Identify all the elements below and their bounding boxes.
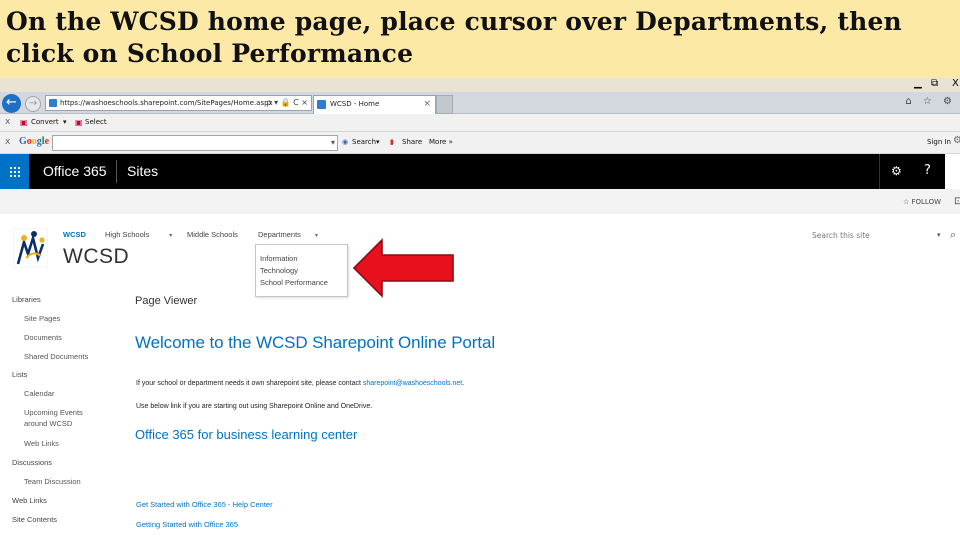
help-center-link[interactable]: Get Started with Office 365 - Help Cente…	[136, 500, 273, 509]
menu-item-information[interactable]: Information	[260, 253, 347, 265]
user-avatar[interactable]	[945, 154, 960, 189]
gear-icon[interactable]: ⚙	[891, 164, 902, 178]
help-button[interactable]: ?	[924, 163, 931, 178]
welcome-heading: Welcome to the WCSD Sharepoint Online Po…	[135, 333, 496, 352]
close-toolbar-icon[interactable]: x	[5, 137, 10, 147]
url-text: https://washoeschools.sharepoint.com/Sit…	[60, 99, 273, 107]
google-logo: Google	[19, 136, 50, 147]
ql-site-contents[interactable]: Site Contents	[12, 515, 57, 525]
nav-departments[interactable]: Departments ▾	[258, 230, 318, 239]
convert-toolbar: x ▣ Convert ▾ ▣ Select	[0, 114, 960, 132]
search-button[interactable]: Search	[352, 138, 376, 146]
site-search-placeholder[interactable]: Search this site	[812, 231, 870, 240]
screenshot-root: On the WCSD home page, place cursor over…	[0, 0, 960, 540]
contact-email-link[interactable]: sharepoint@washoeschools.net	[363, 380, 462, 387]
page-viewer-heading: Page Viewer	[135, 295, 198, 307]
focus-mode-icon[interactable]: ⊡	[954, 196, 960, 207]
chevron-down-icon[interactable]: ▾	[937, 231, 941, 239]
ql-lists[interactable]: Lists	[12, 370, 27, 380]
share-button[interactable]: Share	[402, 138, 422, 146]
window-controls: ▁ ⧉ X	[0, 78, 960, 92]
select-icon: ▣	[75, 118, 83, 127]
ql-discussions[interactable]: Discussions	[12, 458, 52, 468]
chevron-down-icon[interactable]: ▾	[331, 138, 335, 147]
getting-started-link[interactable]: Getting Started with Office 365	[136, 520, 238, 529]
nav-middle-schools[interactable]: Middle Schools	[187, 230, 238, 239]
chevron-down-icon: ▾	[169, 233, 173, 239]
chevron-down-icon: ▾	[314, 233, 318, 239]
share-icon: ▮	[390, 138, 394, 146]
address-tools-icons[interactable]: ρ ▾ 🔒 C ×	[266, 96, 308, 110]
site-search-box[interactable]: Search this site ▾ ⌕	[812, 228, 960, 242]
nav-high-schools[interactable]: High Schools ▾	[105, 230, 172, 239]
site-title[interactable]: WCSD	[63, 245, 129, 269]
ql-calendar[interactable]: Calendar	[24, 389, 54, 399]
minimize-button[interactable]: ▁	[914, 78, 922, 89]
learning-center-link[interactable]: Office 365 for business learning center	[135, 427, 357, 442]
convert-icon: ▣	[20, 118, 28, 127]
app-launcher-button[interactable]	[0, 154, 29, 189]
red-arrow-annotation	[352, 238, 454, 298]
address-bar[interactable]: https://washoeschools.sharepoint.com/Sit…	[45, 95, 312, 111]
convert-caret-icon[interactable]: ▾	[63, 118, 67, 126]
home-favorites-settings-icons[interactable]: ⌂ ☆ ⚙	[905, 96, 956, 107]
sign-in-link[interactable]: Sign In	[927, 138, 951, 146]
ql-upcoming-events-line2[interactable]: around WCSD	[24, 419, 72, 429]
wcsd-logo[interactable]	[13, 228, 48, 268]
more-button[interactable]: More »	[429, 138, 453, 146]
office365-suite-bar: Office 365 Sites ⚙ ?	[0, 154, 960, 189]
browser-address-row: ← → https://washoeschools.sharepoint.com…	[0, 92, 960, 114]
convert-button[interactable]: Convert	[31, 118, 59, 126]
getting-started-paragraph: Use below link if you are starting out u…	[136, 403, 373, 410]
ql-web-links[interactable]: Web Links	[12, 496, 47, 506]
google-toolbar: x Google ▾ ◉ Search ▾ ▮ Share More » Sig…	[0, 132, 960, 154]
ql-documents[interactable]: Documents	[24, 333, 62, 343]
ql-upcoming-events[interactable]: Upcoming Events	[24, 408, 83, 418]
follow-bar: ☆ FOLLOW ⊡	[0, 189, 960, 214]
search-icon: ◉	[342, 138, 349, 146]
instruction-line-2: click on School Performance	[6, 39, 414, 68]
sites-link[interactable]: Sites	[127, 163, 158, 179]
office365-brand[interactable]: Office 365	[43, 163, 107, 179]
forward-button[interactable]: →	[25, 96, 41, 112]
site-favicon-icon	[49, 99, 57, 107]
departments-menu: Information Technology School Performanc…	[255, 244, 348, 297]
waffle-icon	[9, 166, 20, 177]
ql-libraries[interactable]: Libraries	[12, 295, 41, 305]
contact-paragraph: If your school or department needs it ow…	[136, 380, 465, 387]
back-button[interactable]: ←	[2, 94, 21, 113]
toolbar-settings-icon[interactable]: ⚙	[953, 135, 960, 146]
suite-divider	[116, 160, 117, 183]
tab-favicon-icon	[317, 100, 326, 109]
nav-wcsd[interactable]: WCSD	[63, 230, 86, 239]
follow-button[interactable]: ☆ FOLLOW	[903, 198, 941, 206]
search-caret-icon[interactable]: ▾	[376, 138, 380, 146]
ql-web-links-list[interactable]: Web Links	[24, 439, 59, 449]
new-tab-button[interactable]	[436, 95, 453, 114]
ql-shared-documents[interactable]: Shared Documents	[24, 352, 88, 362]
restore-button[interactable]: ⧉	[931, 78, 938, 89]
instruction-line-1: On the WCSD home page, place cursor over…	[6, 7, 902, 36]
tab-title: WCSD - Home	[330, 100, 380, 108]
tab-wcsd-home[interactable]: WCSD - Home ×	[313, 95, 436, 114]
select-button[interactable]: Select	[85, 118, 107, 126]
close-window-button[interactable]: X	[952, 78, 959, 89]
ql-site-pages[interactable]: Site Pages	[24, 314, 60, 324]
ql-team-discussion[interactable]: Team Discussion	[24, 477, 81, 487]
instruction-banner: On the WCSD home page, place cursor over…	[0, 0, 960, 78]
close-toolbar-icon[interactable]: x	[5, 117, 10, 127]
google-search-input[interactable]: ▾	[52, 135, 338, 151]
search-icon[interactable]: ⌕	[950, 228, 956, 242]
menu-item-technology[interactable]: Technology	[260, 265, 347, 277]
tab-close-icon[interactable]: ×	[423, 96, 431, 113]
menu-item-school-performance[interactable]: School Performance	[260, 277, 347, 289]
